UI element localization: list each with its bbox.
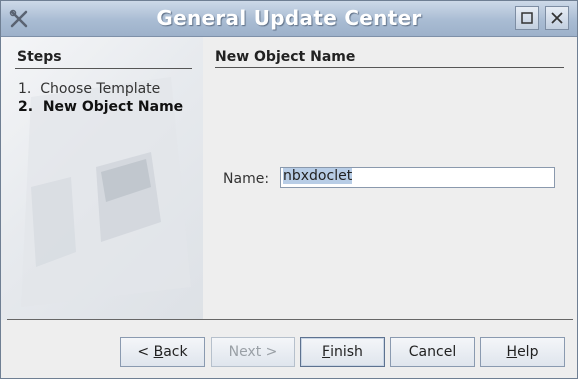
window-title: General Update Center: [156, 6, 422, 30]
back-rest: ack: [163, 344, 188, 360]
step-label: Choose Template: [40, 81, 161, 97]
step-number: 2.: [18, 99, 34, 115]
content-divider: [215, 67, 564, 68]
back-mnemonic: B: [153, 344, 164, 360]
name-input-value: nbxdoclet: [283, 168, 353, 184]
steps-title: Steps: [17, 49, 62, 65]
finish-rest: inish: [330, 344, 363, 360]
next-label: Next >: [228, 344, 278, 360]
finish-button[interactable]: Finish: [300, 337, 385, 367]
maximize-button[interactable]: [515, 6, 539, 30]
back-button[interactable]: < Back: [120, 337, 205, 367]
steps-panel: Steps 1. Choose Template 2. New Object N…: [1, 37, 203, 320]
decorative-background: [21, 77, 191, 307]
steps-divider: [15, 68, 192, 69]
name-label-mnemonic: N: [223, 171, 234, 187]
help-rest: elp: [517, 344, 539, 360]
cancel-label: Cancel: [408, 344, 457, 360]
title-bar[interactable]: General Update Center: [1, 1, 577, 37]
help-button[interactable]: Help: [480, 337, 565, 367]
name-label-rest: ame:: [233, 171, 270, 187]
content-title: New Object Name: [215, 49, 356, 65]
next-button[interactable]: Next >: [211, 337, 295, 367]
close-button[interactable]: [545, 6, 569, 30]
finish-mnemonic: F: [322, 344, 331, 360]
help-mnemonic: H: [506, 344, 518, 360]
name-input[interactable]: nbxdoclet: [280, 167, 555, 188]
step-choose-template: 1. Choose Template: [18, 81, 160, 97]
step-new-object-name: 2. New Object Name: [18, 99, 183, 115]
name-label: Name:: [223, 171, 269, 187]
back-prefix: <: [137, 344, 154, 360]
button-bar-divider: [7, 319, 573, 320]
cancel-button[interactable]: Cancel: [390, 337, 475, 367]
wizard-window: General Update Center Steps 1. Choose Te…: [0, 0, 578, 379]
step-number: 1.: [18, 81, 32, 97]
step-label: New Object Name: [42, 99, 184, 115]
